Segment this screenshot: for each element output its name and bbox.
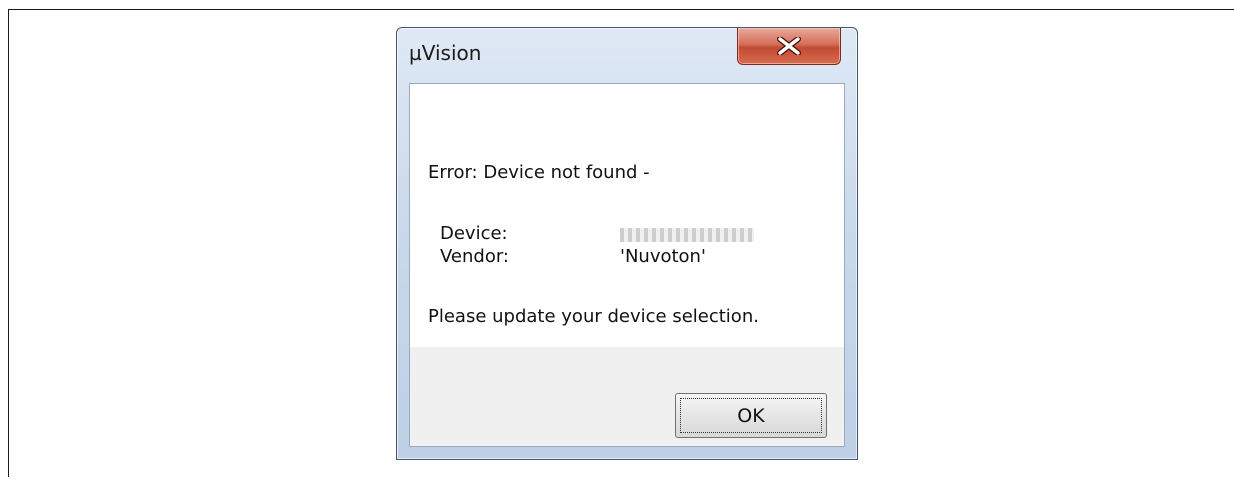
frame-border-left: [8, 9, 9, 477]
close-button[interactable]: [737, 28, 841, 65]
frame-border-top: [8, 9, 1234, 10]
update-instruction: Please update your device selection.: [428, 306, 759, 327]
dialog-title: µVision: [409, 41, 482, 65]
vendor-label: Vendor:: [440, 246, 509, 267]
message-area: Error: Device not found - Device: Vendor…: [410, 84, 844, 346]
device-value-redacted: [620, 228, 754, 242]
dialog-client-area: Error: Device not found - Device: Vendor…: [409, 83, 845, 447]
device-label: Device:: [440, 223, 508, 244]
ok-button[interactable]: OK: [675, 393, 827, 438]
vendor-value: 'Nuvoton': [620, 246, 706, 267]
close-icon: [777, 37, 801, 55]
error-message: Error: Device not found -: [428, 162, 650, 183]
error-dialog: µVision Error: Device not found - Device…: [396, 27, 858, 460]
ok-button-label: OK: [737, 404, 765, 427]
